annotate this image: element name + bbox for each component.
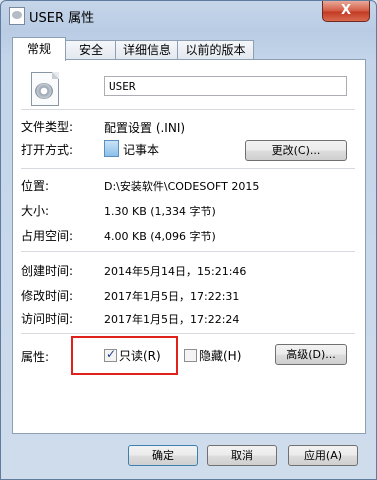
modified-value: 2017年1月5日，17:22:31 xyxy=(104,290,240,303)
divider xyxy=(21,168,355,169)
readonly-label[interactable]: 只读(R) xyxy=(119,347,161,364)
tab-previous-versions[interactable]: 以前的版本 xyxy=(177,40,254,60)
file-name-input[interactable]: USER xyxy=(104,76,347,96)
apply-button[interactable]: 应用(A) xyxy=(288,445,358,466)
file-settings-icon xyxy=(9,7,25,25)
divider xyxy=(21,251,355,252)
size-on-disk-label: 占用空间: xyxy=(21,229,74,243)
general-panel: USER 文件类型: 配置设置 (.INI) 打开方式: 记事本 更改(C)..… xyxy=(12,59,366,434)
divider xyxy=(21,333,355,334)
accessed-value: 2017年1月5日，17:22:24 xyxy=(104,313,240,326)
advanced-button[interactable]: 高级(D)... xyxy=(275,344,347,365)
notepad-icon xyxy=(104,140,119,157)
accessed-label: 访问时间: xyxy=(21,312,74,326)
modified-label: 修改时间: xyxy=(21,289,74,303)
tab-details[interactable]: 详细信息 xyxy=(115,40,179,60)
title-bar[interactable]: USER 属性 X xyxy=(1,1,376,29)
location-value: D:\安装软件\CODESOFT 2015 xyxy=(104,180,260,193)
window-title: USER 属性 xyxy=(29,11,95,26)
hidden-checkbox[interactable] xyxy=(184,349,197,362)
created-value: 2014年5月14日，15:21:46 xyxy=(104,265,247,278)
opens-with-label: 打开方式: xyxy=(21,143,74,157)
file-type-value: 配置设置 (.INI) xyxy=(104,121,186,135)
ok-button[interactable]: 确定 xyxy=(128,445,198,466)
opens-with-value: 记事本 xyxy=(123,143,160,157)
readonly-checkbox[interactable] xyxy=(104,347,117,362)
hidden-label[interactable]: 隐藏(H) xyxy=(199,347,241,364)
size-label: 大小: xyxy=(21,204,50,218)
change-button[interactable]: 更改(C)... xyxy=(245,140,347,161)
location-label: 位置: xyxy=(21,179,50,193)
tab-security[interactable]: 安全 xyxy=(65,40,117,60)
size-value: 1.30 KB (1,334 字节) xyxy=(104,205,216,218)
attributes-label: 属性: xyxy=(21,350,50,364)
close-button[interactable]: X xyxy=(322,1,370,22)
cancel-button[interactable]: 取消 xyxy=(207,445,277,466)
tab-general[interactable]: 常规 xyxy=(12,37,66,61)
size-on-disk-value: 4.00 KB (4,096 字节) xyxy=(104,230,216,243)
created-label: 创建时间: xyxy=(21,264,74,278)
divider xyxy=(21,109,355,110)
properties-window: USER 属性 X 常规 安全 详细信息 以前的版本 USER 文件类型: 配置… xyxy=(0,0,377,480)
file-type-label: 文件类型: xyxy=(21,120,74,134)
ini-file-icon xyxy=(31,72,59,106)
